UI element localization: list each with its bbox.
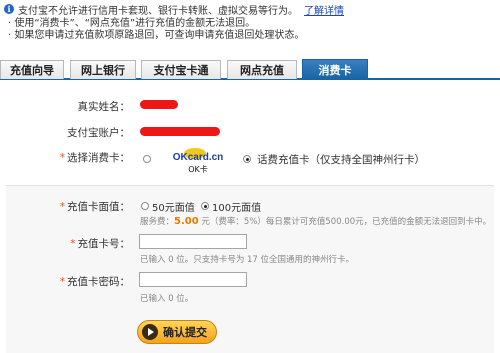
required-star: * (59, 152, 65, 164)
card-number-label: * 充值卡号： (70, 238, 130, 250)
fee-amount: 5.00 (174, 216, 199, 227)
tab-bar: 充值向导 网上银行 支付宝卡通 网点充值 消费卡 (0, 59, 500, 80)
card-password-hint: 已输入 0 位。 (140, 294, 194, 304)
tab-outlet-recharge[interactable]: 网点充值 (227, 60, 297, 79)
real-name-label: 真实姓名： (77, 101, 131, 113)
account-label: 支付宝账户： (67, 127, 130, 139)
tab-online-bank[interactable]: 网上银行 (70, 60, 136, 79)
required-star: * (59, 276, 65, 288)
phone-card-option-label[interactable]: 话费充值卡（仅支持全国神州行卡） (257, 152, 425, 167)
tab-recharge-guide[interactable]: 充值向导 (0, 60, 64, 79)
info-icon: i (4, 4, 14, 14)
card-password-label: * 充值卡密码： (59, 276, 130, 288)
card-password-input[interactable] (139, 272, 247, 287)
face-value-label: * 充值卡面值： (59, 201, 130, 213)
card-select-label: * 选择消费卡： (59, 152, 130, 164)
phone-card-radio[interactable] (243, 155, 251, 163)
tip-item: · 使用“消费卡”、“网点充值”进行充值的金额无法退回。 (8, 18, 256, 29)
okcard-logo[interactable]: OKcard.cn OK卡 (170, 148, 226, 174)
confirm-submit-button[interactable]: 确认提交 (137, 320, 217, 344)
tips-list: · 使用“消费卡”、“网点充值”进行充值的金额无法退回。 · 如果您申请过充值款… (8, 18, 304, 42)
account-value-redacted (140, 127, 220, 136)
okcard-radio[interactable] (143, 155, 151, 163)
learn-more-link[interactable]: 了解详情 (304, 2, 344, 17)
tip-item: · 如果您申请过充值款项原路退回，可查询申请充值退回处理状态。 (8, 30, 305, 41)
card-number-hint: 已输入 0 位。只支持卡号为 17 位全国通用的神州行卡。 (140, 255, 355, 265)
face-value-50-label[interactable]: 50元面值 (152, 199, 195, 214)
card-number-input[interactable] (139, 234, 247, 249)
face-value-100-label[interactable]: 100元面值 (212, 199, 261, 214)
required-star: * (59, 201, 65, 213)
face-value-100-radio[interactable] (201, 202, 209, 210)
submit-label: 确认提交 (163, 326, 207, 339)
tab-consumer-card[interactable]: 消费卡 (302, 59, 368, 79)
notice-bar: i 支付宝不允许进行信用卡套现、银行卡转账、虚拟交易等行为。 了解详情 (4, 2, 344, 17)
play-arrow-icon (142, 324, 158, 340)
required-star: * (70, 238, 76, 250)
notice-text: 支付宝不允许进行信用卡套现、银行卡转账、虚拟交易等行为。 (18, 5, 298, 17)
tab-alipay-card[interactable]: 支付宝卡通 (141, 60, 221, 79)
real-name-value-redacted (140, 100, 178, 109)
okcard-sub-text: OK卡 (188, 165, 208, 174)
fee-info: 服务费：5.00 元（费率：5%）每日累计可充值500.00元，已充值的金额无法… (140, 216, 492, 227)
okcard-brand-text: OKcard.cn (172, 152, 224, 163)
face-value-50-radio[interactable] (141, 202, 149, 210)
